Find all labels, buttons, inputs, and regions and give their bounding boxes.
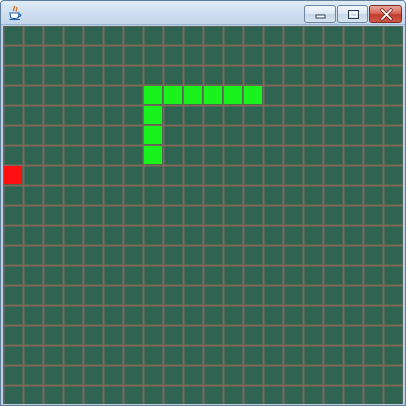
close-icon xyxy=(380,8,393,21)
snake-segment xyxy=(164,86,182,104)
snake-segment xyxy=(144,146,162,164)
snake-segment xyxy=(144,106,162,124)
java-app-icon[interactable] xyxy=(7,5,23,21)
game-window xyxy=(0,0,406,406)
title-bar[interactable] xyxy=(1,1,405,25)
game-grid xyxy=(3,26,403,404)
close-button[interactable] xyxy=(369,5,402,23)
food-item xyxy=(4,166,22,184)
snake-segment xyxy=(144,126,162,144)
snake-segment xyxy=(144,86,162,104)
minimize-button[interactable] xyxy=(304,5,336,23)
snake-segment xyxy=(204,86,222,104)
maximize-button[interactable] xyxy=(337,5,368,23)
minimize-icon xyxy=(315,14,326,19)
game-board[interactable] xyxy=(3,26,403,404)
snake-segment xyxy=(224,86,242,104)
snake-segment xyxy=(244,86,262,104)
snake-segment xyxy=(184,86,202,104)
maximize-icon xyxy=(348,10,359,19)
